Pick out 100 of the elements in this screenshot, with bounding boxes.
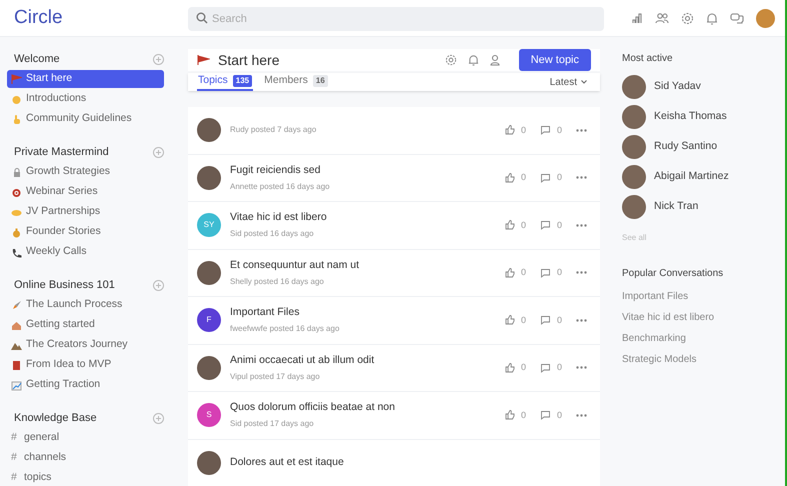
avatar-placeholder <box>197 450 221 475</box>
sidebar-item[interactable]: # channels <box>7 449 164 467</box>
comment-icon <box>540 268 551 278</box>
topic-row[interactable]: Et consequuntur aut nam ut Shelly posted 16 days ago 0 0 <box>188 250 600 296</box>
comment-icon <box>540 410 551 420</box>
more-icon[interactable] <box>576 318 587 322</box>
topic-meta: Rudy posted 7 days ago <box>230 124 318 136</box>
caret-icon[interactable] <box>581 80 587 84</box>
sidebar-item[interactable]: # topics <box>7 469 164 486</box>
tab[interactable]: Topics 135 <box>197 73 254 91</box>
section-heading: Private Mastermind <box>14 144 109 160</box>
topic-row[interactable]: Fugit reiciendis sed Annette posted 16 days ago 0 0 <box>188 154 600 201</box>
search-icon <box>196 12 208 24</box>
tab[interactable]: Members 16 <box>263 73 329 91</box>
money-bag-icon <box>11 226 22 238</box>
flag-icon <box>197 55 210 66</box>
topic-title[interactable]: Fugit reiciendis sed <box>230 162 496 179</box>
bell-icon[interactable] <box>706 12 718 24</box>
member-name[interactable]: Sid Yadav <box>654 79 701 95</box>
topic-meta: Vipul posted 17 days ago <box>230 370 321 383</box>
sidebar-item[interactable]: Founder Stories <box>7 223 164 241</box>
topic-title[interactable]: Important Files <box>230 305 496 322</box>
more-icon[interactable] <box>576 366 587 370</box>
topic-row[interactable]: Rudy posted 7 days ago 0 0 <box>188 107 600 154</box>
more-icon[interactable] <box>576 271 587 274</box>
sidebar-item[interactable]: The Launch Process <box>7 296 164 314</box>
sidebar-item[interactable]: Webinar Series <box>7 183 164 201</box>
topic-title[interactable]: Quos dolorum officiis beatae at non <box>230 400 496 416</box>
comment-count: 0 <box>556 314 562 326</box>
sidebar-item[interactable]: Introductions <box>7 90 164 108</box>
section-heading: Online Business 101 <box>14 278 115 293</box>
thumbs-up-icon <box>504 220 515 230</box>
topic-row[interactable]: F Important Files fweefwwfe posted 16 days ago 0 0 <box>188 297 600 344</box>
chart-icon[interactable] <box>631 12 643 24</box>
new-topic-button[interactable]: New topic <box>518 49 591 72</box>
avatar: SY <box>197 213 221 238</box>
sidebar-item[interactable]: Start here <box>7 70 164 88</box>
comment-icon <box>540 172 551 183</box>
sidebar-item[interactable]: # general <box>7 429 164 447</box>
topic-row[interactable]: S Quos dolorum officiis beatae at non Sid posted 17 days ago 0 0 <box>188 392 600 438</box>
add-icon[interactable] <box>153 146 164 158</box>
topic-meta: Sid posted 16 days ago <box>230 228 315 240</box>
more-icon[interactable] <box>576 128 587 132</box>
sidebar-item[interactable]: Growth Strategies <box>7 163 164 181</box>
house-icon <box>11 320 22 330</box>
people-icon[interactable] <box>655 12 669 24</box>
sidebar-item[interactable]: Getting started <box>7 316 164 334</box>
comment-count: 0 <box>556 218 562 232</box>
person-icon[interactable] <box>490 54 501 66</box>
avatar-placeholder <box>622 165 646 189</box>
member-name[interactable]: Rudy Santino <box>654 139 718 155</box>
member-name[interactable]: Abigail Martinez <box>654 169 729 185</box>
sidebar-item[interactable]: Weekly Calls <box>7 243 164 261</box>
sidebar-item[interactable]: JV Partnerships <box>7 203 164 221</box>
finger-icon <box>11 114 22 124</box>
comment-icon <box>540 125 551 136</box>
conversation-link[interactable]: Benchmarking <box>622 331 785 346</box>
sidebar-item[interactable]: From Idea to MVP <box>7 356 164 374</box>
topic-row[interactable]: Animi occaecati ut ab illum odit Vipul posted 17 days ago 0 0 <box>188 344 600 391</box>
member-name[interactable]: Nick Tran <box>654 199 698 215</box>
topic-title[interactable]: Animi occaecati ut ab illum odit <box>230 352 496 369</box>
sidebar-item[interactable]: The Creators Journey <box>7 336 164 354</box>
section-heading: Welcome <box>14 52 60 67</box>
member-name[interactable]: Keisha Thomas <box>654 109 727 125</box>
like-count: 0 <box>520 408 526 422</box>
target-icon <box>11 186 22 198</box>
like-count: 0 <box>520 124 526 136</box>
settings-icon[interactable] <box>681 12 694 24</box>
flag-icon <box>11 74 22 84</box>
more-icon[interactable] <box>576 224 587 227</box>
more-icon[interactable] <box>576 414 587 417</box>
avatar: F <box>197 308 221 332</box>
add-icon[interactable] <box>153 54 164 64</box>
thumbs-up-icon <box>504 315 515 326</box>
topic-title[interactable]: Et consequuntur aut nam ut <box>230 258 496 274</box>
avatar-placeholder <box>197 118 221 142</box>
comment-count: 0 <box>556 171 562 184</box>
section-heading: Knowledge Base <box>14 410 97 426</box>
sidebar-item[interactable]: Getting Traction <box>7 376 164 394</box>
sidebar-item[interactable]: Community Guidelines <box>7 110 164 128</box>
settings-icon[interactable] <box>444 54 457 66</box>
topic-row[interactable]: Dolores aut et est itaque <box>188 440 600 486</box>
thumbs-up-icon <box>504 362 515 373</box>
chat-icon[interactable] <box>730 12 744 24</box>
add-icon[interactable] <box>153 280 164 290</box>
app-logo[interactable]: Circle <box>14 6 63 28</box>
topic-row[interactable]: SY Vitae hic id est libero Sid posted 16 days ago 0 0 <box>188 202 600 248</box>
conversation-link[interactable]: Vitae hic id est libero <box>622 310 785 325</box>
topic-title[interactable]: Vitae hic id est libero <box>230 210 496 226</box>
sort-dropdown[interactable]: Latest <box>550 74 577 90</box>
conversation-link[interactable]: Strategic Models <box>622 352 785 367</box>
avatar-placeholder[interactable] <box>756 8 775 28</box>
more-icon[interactable] <box>576 176 587 180</box>
search-field[interactable]: Search <box>188 7 604 31</box>
topic-meta: Shelly posted 16 days ago <box>230 276 325 288</box>
topic-title[interactable]: Dolores aut et est itaque <box>230 454 591 471</box>
bell-icon[interactable] <box>468 54 479 66</box>
topic-meta: Annette posted 16 days ago <box>230 180 331 193</box>
add-icon[interactable] <box>153 412 164 424</box>
conversation-link[interactable]: Important Files <box>622 289 785 304</box>
